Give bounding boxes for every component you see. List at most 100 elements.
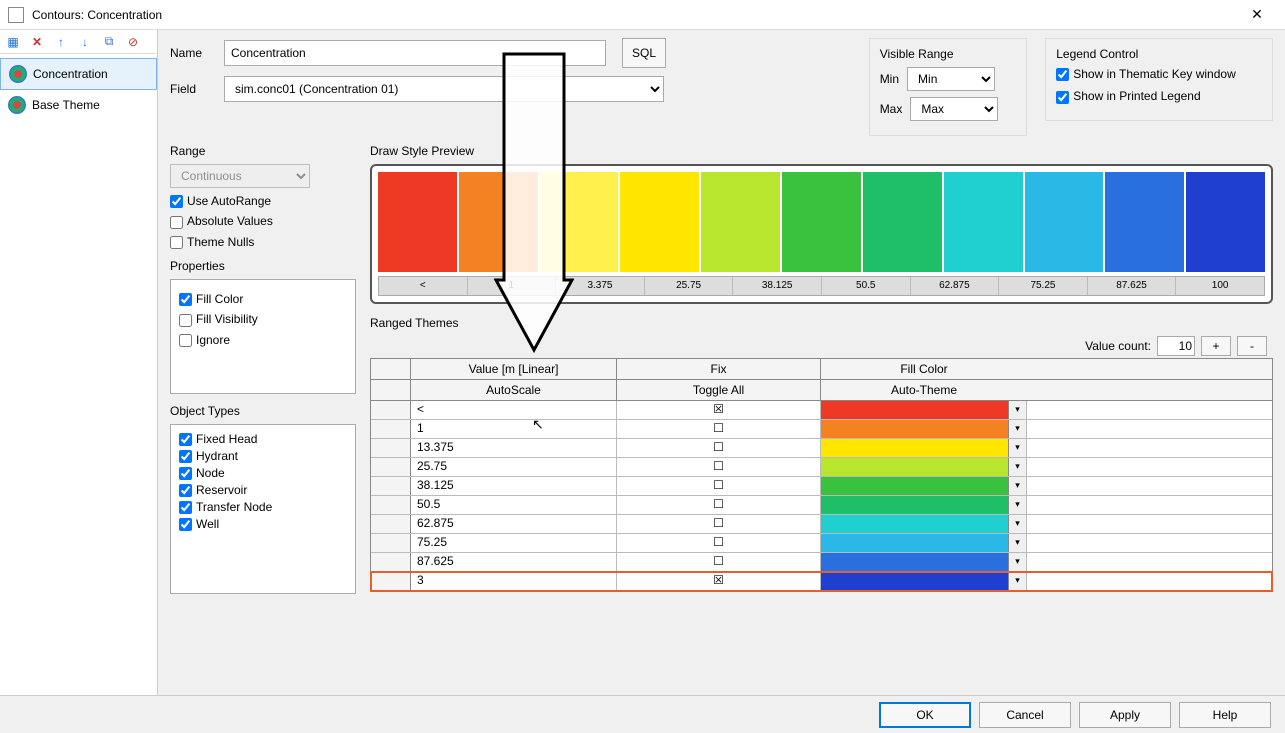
fix-checkbox[interactable]: ☐	[617, 534, 821, 552]
fix-checkbox[interactable]: ☒	[617, 401, 821, 419]
fix-checkbox[interactable]: ☐	[617, 458, 821, 476]
apply-button[interactable]: Apply	[1079, 702, 1171, 728]
value-cell[interactable]: <	[411, 401, 617, 419]
table-row[interactable]: 1☐ ▾	[371, 420, 1272, 439]
field-select[interactable]: sim.conc01 (Concentration 01)	[224, 76, 664, 102]
fill-color-checkbox[interactable]: Fill Color	[179, 292, 347, 306]
color-swatch[interactable]	[1105, 172, 1184, 272]
column-fill-color[interactable]: Fill Color	[821, 359, 1027, 379]
move-down-icon[interactable]: ↓	[76, 33, 94, 51]
table-row[interactable]: <☒ ▾	[371, 401, 1272, 420]
object-type-checkbox[interactable]: Transfer Node	[179, 499, 347, 516]
value-count-plus[interactable]: +	[1201, 336, 1231, 356]
color-swatch[interactable]	[863, 172, 942, 272]
color-dropdown[interactable]: ▾	[1008, 496, 1026, 514]
color-dropdown[interactable]: ▾	[1008, 534, 1026, 552]
ok-button[interactable]: OK	[879, 702, 971, 728]
fix-checkbox[interactable]: ☐	[617, 553, 821, 571]
table-row[interactable]: 50.5☐ ▾	[371, 496, 1272, 515]
value-count-minus[interactable]: -	[1237, 336, 1267, 356]
object-type-checkbox[interactable]: Hydrant	[179, 448, 347, 465]
absolute-values-checkbox[interactable]: Absolute Values	[170, 214, 356, 228]
copy-icon[interactable]: ⧉	[100, 33, 118, 51]
value-cell[interactable]: 1	[411, 420, 617, 438]
object-type-checkbox[interactable]: Node	[179, 465, 347, 482]
help-button[interactable]: Help	[1179, 702, 1271, 728]
color-dropdown[interactable]: ▾	[1008, 458, 1026, 476]
forbid-icon[interactable]: ⊘	[124, 33, 142, 51]
table-row[interactable]: 62.875☐ ▾	[371, 515, 1272, 534]
color-dropdown[interactable]: ▾	[1008, 572, 1026, 590]
max-select[interactable]: Max	[910, 97, 998, 121]
move-up-icon[interactable]: ↑	[52, 33, 70, 51]
value-count-input[interactable]	[1157, 336, 1195, 356]
color-dropdown[interactable]: ▾	[1008, 477, 1026, 495]
value-cell[interactable]: 87.625	[411, 553, 617, 571]
object-type-checkbox[interactable]: Reservoir	[179, 482, 347, 499]
object-type-checkbox[interactable]: Well	[179, 516, 347, 533]
sidebar-item-base-theme[interactable]: Base Theme	[0, 90, 157, 120]
fill-color-cell[interactable]	[821, 534, 1008, 552]
color-dropdown[interactable]: ▾	[1008, 439, 1026, 457]
table-row[interactable]: 3☒ ▾	[371, 572, 1272, 591]
toggle-all-button[interactable]: Toggle All	[617, 380, 821, 400]
auto-theme-button[interactable]: Auto-Theme	[821, 380, 1027, 400]
color-swatch[interactable]	[782, 172, 861, 272]
fill-color-cell[interactable]	[821, 496, 1008, 514]
color-swatch[interactable]	[1186, 172, 1265, 272]
fix-checkbox[interactable]: ☐	[617, 420, 821, 438]
table-row[interactable]: 75.25☐ ▾	[371, 534, 1272, 553]
fix-checkbox[interactable]: ☒	[617, 572, 821, 590]
sidebar-item-concentration[interactable]: Concentration	[0, 58, 157, 90]
fill-color-cell[interactable]	[821, 553, 1008, 571]
color-swatch[interactable]	[701, 172, 780, 272]
value-cell[interactable]: 50.5	[411, 496, 617, 514]
column-value[interactable]: Value [m [Linear]	[411, 359, 617, 379]
fill-color-cell[interactable]	[821, 420, 1008, 438]
value-cell[interactable]: 38.125	[411, 477, 617, 495]
fill-color-cell[interactable]	[821, 477, 1008, 495]
color-dropdown[interactable]: ▾	[1008, 553, 1026, 571]
color-dropdown[interactable]: ▾	[1008, 420, 1026, 438]
value-cell[interactable]: 62.875	[411, 515, 617, 533]
fix-checkbox[interactable]: ☐	[617, 496, 821, 514]
cancel-button[interactable]: Cancel	[979, 702, 1071, 728]
table-row[interactable]: 13.375☐ ▾	[371, 439, 1272, 458]
color-dropdown[interactable]: ▾	[1008, 401, 1026, 419]
color-swatch[interactable]	[540, 172, 619, 272]
value-cell[interactable]: 13.375	[411, 439, 617, 457]
color-swatch[interactable]	[1025, 172, 1104, 272]
value-cell[interactable]: 3	[411, 572, 617, 590]
value-cell[interactable]: 25.75	[411, 458, 617, 476]
table-row[interactable]: 87.625☐ ▾	[371, 553, 1272, 572]
fill-color-cell[interactable]	[821, 572, 1008, 590]
fix-checkbox[interactable]: ☐	[617, 439, 821, 457]
delete-icon[interactable]: ✕	[28, 33, 46, 51]
new-icon[interactable]: ▦	[4, 33, 22, 51]
fill-color-cell[interactable]	[821, 401, 1008, 419]
fill-color-cell[interactable]	[821, 458, 1008, 476]
fill-color-cell[interactable]	[821, 439, 1008, 457]
sql-button[interactable]: SQL	[622, 38, 666, 68]
fill-color-cell[interactable]	[821, 515, 1008, 533]
color-swatch[interactable]	[620, 172, 699, 272]
color-dropdown[interactable]: ▾	[1008, 515, 1026, 533]
fix-checkbox[interactable]: ☐	[617, 477, 821, 495]
name-input[interactable]	[224, 40, 606, 66]
use-autorange-checkbox[interactable]: Use AutoRange	[170, 194, 356, 208]
close-button[interactable]: ✕	[1237, 1, 1277, 29]
show-printed-checkbox[interactable]: Show in Printed Legend	[1056, 89, 1262, 103]
table-row[interactable]: 38.125☐ ▾	[371, 477, 1272, 496]
table-row[interactable]: 25.75☐ ▾	[371, 458, 1272, 477]
ignore-checkbox[interactable]: Ignore	[179, 333, 347, 347]
color-swatch[interactable]	[459, 172, 538, 272]
min-select[interactable]: Min	[907, 67, 995, 91]
value-cell[interactable]: 75.25	[411, 534, 617, 552]
autoscale-button[interactable]: AutoScale	[411, 380, 617, 400]
fix-checkbox[interactable]: ☐	[617, 515, 821, 533]
fill-visibility-checkbox[interactable]: Fill Visibility	[179, 312, 347, 326]
object-type-checkbox[interactable]: Fixed Head	[179, 431, 347, 448]
color-swatch[interactable]	[378, 172, 457, 272]
column-fix[interactable]: Fix	[617, 359, 821, 379]
show-thematic-checkbox[interactable]: Show in Thematic Key window	[1056, 67, 1262, 81]
